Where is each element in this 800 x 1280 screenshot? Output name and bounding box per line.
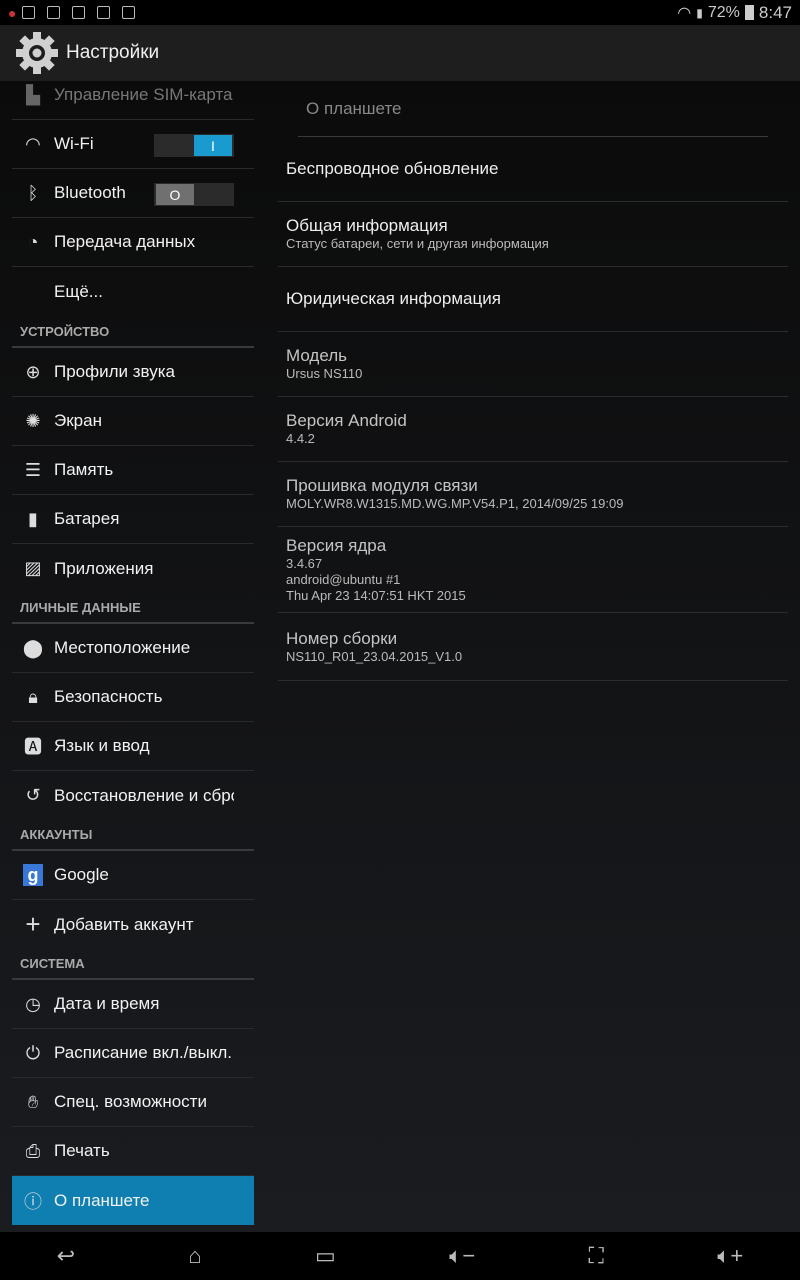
power-schedule-icon: ⏻ [25, 1042, 41, 1063]
about-tablet-pane: О планшете Беспроводное обновление Общая… [278, 81, 788, 681]
sidebar-item-apps[interactable]: ▨ Приложения [12, 544, 254, 593]
sidebar-item-sim[interactable]: ▙ Управление SIM-карта [12, 81, 254, 120]
settings-content: ▙ Управление SIM-карта ◠ Wi-Fi I ᛒ Bluetoot… [0, 81, 800, 1232]
sim-icon: ▙ [26, 85, 40, 105]
language-icon: 🅰︎ [24, 737, 42, 757]
general-info-item[interactable]: Общая информация Статус батареи, сети и д… [278, 202, 788, 267]
battery-icon [744, 5, 754, 20]
sound-icon: ⊕ [25, 361, 41, 382]
apps-icon: ▨ [24, 558, 42, 578]
sidebar-item-sound[interactable]: ⊕ Профили звука [12, 348, 254, 397]
print-icon: ⎙ [25, 1140, 41, 1161]
volume-up-icon[interactable]: 🔈︎+ [717, 1243, 743, 1269]
info-icon: ⓘ [24, 1191, 42, 1212]
bluetooth-toggle[interactable]: O [154, 183, 234, 206]
sidebar-item-bluetooth[interactable]: ᛒ Bluetooth O [12, 169, 254, 218]
back-icon[interactable]: ↩ [57, 1243, 75, 1269]
home-icon[interactable]: ⌂ [188, 1243, 201, 1269]
data-usage-icon: ◔ [27, 231, 39, 252]
sidebar-item-backup-reset[interactable]: ↺ Восстановление и сброс [12, 771, 254, 820]
image-icon [22, 6, 36, 19]
sidebar-item-google[interactable]: g Google [12, 851, 254, 900]
clock-icon: ◷ [25, 993, 41, 1014]
legal-info-item[interactable]: Юридическая информация [278, 267, 788, 332]
location-icon: ⬤ [22, 637, 44, 658]
wifi-icon: ◠ [25, 133, 41, 154]
action-bar: Настройки [0, 25, 800, 81]
sidebar-item-accessibility[interactable]: ✋︎ Спец. возможности [12, 1078, 254, 1127]
model-item: Модель Ursus NS110 [278, 332, 788, 397]
gmail-icon [72, 6, 86, 19]
download-icon [47, 6, 61, 19]
settings-sidebar[interactable]: ▙ Управление SIM-карта ◠ Wi-Fi I ᛒ Bluetoot… [12, 81, 254, 1232]
volume-down-icon[interactable]: 🔈︎− [449, 1243, 475, 1269]
sidebar-item-display[interactable]: ✺ Экран [12, 397, 254, 446]
clock: 8:47 [758, 2, 792, 22]
sidebar-item-language[interactable]: 🅰︎ Язык и ввод [12, 722, 254, 771]
sidebar-item-about-tablet[interactable]: ⓘ О планшете [12, 1176, 254, 1225]
wifi-signal-icon: ◠ [677, 4, 692, 22]
sidebar-item-date-time[interactable]: ◷ Дата и время [12, 980, 254, 1029]
section-header-device: УСТРОЙСТВО [12, 317, 254, 348]
plus-icon: + [25, 909, 41, 939]
sidebar-item-add-account[interactable]: + Добавить аккаунт [12, 900, 254, 949]
sidebar-item-power-schedule[interactable]: ⏻ Расписание вкл./выкл. [12, 1029, 254, 1078]
recents-icon[interactable]: ▭ [315, 1243, 336, 1269]
status-bar: ● ◠ ▮ 72% 8:47 [0, 0, 800, 25]
sidebar-item-location[interactable]: ⬤ Местоположение [12, 624, 254, 673]
battery-icon: ▮ [28, 508, 38, 529]
wifi-toggle[interactable]: I [154, 134, 234, 157]
google-icon: g [12, 864, 54, 886]
sidebar-item-battery[interactable]: ▮ Батарея [12, 495, 254, 544]
cell-signal-icon: ▮ [696, 5, 703, 20]
wireless-update-item[interactable]: Беспроводное обновление [278, 137, 788, 202]
app-title: Настройки [66, 42, 160, 63]
sidebar-item-security[interactable]: 🔒︎ Безопасность [12, 673, 254, 722]
pane-title: О планшете [298, 81, 768, 137]
storage-icon: ☰ [24, 459, 42, 480]
screenshot-icon[interactable]: ⛶ [589, 1243, 604, 1269]
store-icon [122, 6, 136, 19]
sidebar-item-data-usage[interactable]: ◔ Передача данных [12, 218, 254, 267]
section-header-system: СИСТЕМА [12, 949, 254, 980]
section-header-accounts: АККАУНТЫ [12, 820, 254, 851]
battery-percent: 72% [707, 3, 740, 21]
baseband-version-item: Прошивка модуля связи MOLY.WR8.W1315.MD.W… [278, 462, 788, 527]
accessibility-icon: ✋︎ [27, 1091, 39, 1112]
display-icon: ✺ [25, 410, 41, 431]
sidebar-item-more[interactable]: Ещё... [12, 267, 254, 317]
settings-gear-icon[interactable] [14, 30, 60, 76]
android-version-item[interactable]: Версия Android 4.4.2 [278, 397, 788, 462]
app-icon: ● [8, 4, 17, 21]
lock-icon: 🔒︎ [28, 686, 38, 707]
sidebar-item-print[interactable]: ⎙ Печать [12, 1127, 254, 1176]
kernel-version-item: Версия ядра 3.4.67 android@ubuntu #1 Thu Ap… [278, 527, 788, 613]
bluetooth-icon: ᛒ [27, 182, 39, 203]
sidebar-item-storage[interactable]: ☰ Память [12, 446, 254, 495]
section-header-personal: ЛИЧНЫЕ ДАННЫЕ [12, 593, 254, 624]
build-number-item[interactable]: Номер сборки NS110_R01_23.04.2015_V1.0 [278, 613, 788, 681]
navigation-bar: ↩ ⌂ ▭ 🔈︎− ⛶ 🔈︎+ [0, 1232, 800, 1280]
task-icon [97, 6, 111, 19]
sidebar-item-wifi[interactable]: ◠ Wi-Fi I [12, 120, 254, 169]
backup-icon: ↺ [25, 785, 41, 805]
